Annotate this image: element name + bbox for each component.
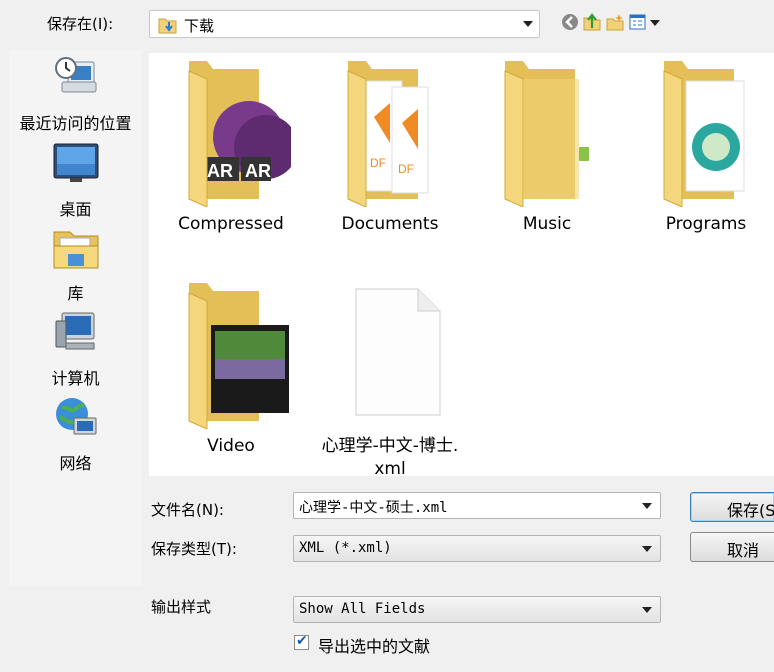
svg-text:AR: AR — [207, 161, 233, 181]
filetype-label: 保存类型(T): — [151, 540, 237, 558]
folder-item-video[interactable]: Video — [156, 279, 306, 458]
file-name-line2: xml — [374, 459, 406, 479]
place-label: 最近访问的位置 — [19, 114, 132, 133]
file-name: Video — [207, 436, 255, 456]
place-recent[interactable]: 最近访问的位置 — [9, 54, 142, 134]
svg-text:DF: DF — [398, 162, 414, 176]
location-combobox[interactable]: 下载 — [149, 10, 540, 38]
file-name-line1: 心理学-中文-博士. — [321, 436, 459, 456]
folder-programs-icon — [663, 61, 745, 208]
chevron-down-icon[interactable] — [523, 21, 533, 27]
libraries-icon — [53, 231, 98, 269]
filetype-value: XML (*.xml) — [299, 540, 392, 556]
place-label: 网络 — [59, 454, 92, 473]
file-name: Programs — [665, 214, 747, 234]
place-label: 桌面 — [59, 200, 92, 219]
file-name: Music — [522, 214, 572, 234]
export-selected-checkbox[interactable]: ✔ — [294, 633, 309, 650]
place-computer[interactable]: 计算机 — [9, 309, 142, 389]
up-folder-icon[interactable] — [582, 12, 602, 32]
file-name: Compressed — [178, 214, 284, 234]
filename-input[interactable]: 心理学-中文-硕士.xml — [293, 492, 661, 519]
computer-icon — [55, 312, 94, 350]
back-icon[interactable] — [560, 12, 580, 32]
file-name: Documents — [341, 214, 439, 234]
network-icon — [55, 398, 96, 435]
new-folder-icon[interactable] — [605, 12, 625, 32]
chevron-down-icon[interactable] — [642, 503, 652, 509]
output-style-select[interactable]: Show All Fields — [293, 596, 661, 623]
desktop-icon — [53, 143, 98, 182]
filename-label: 文件名(N): — [151, 501, 224, 519]
location-text: 下载 — [184, 17, 215, 35]
cancel-button[interactable]: 取消 — [690, 532, 774, 562]
chevron-down-icon[interactable] — [642, 546, 652, 552]
save-in-label: 保存在(I): — [47, 15, 114, 33]
folder-video-icon — [188, 283, 289, 430]
chevron-down-icon[interactable] — [642, 607, 652, 613]
output-style-value: Show All Fields — [299, 601, 426, 617]
place-desktop[interactable]: 桌面 — [9, 140, 142, 220]
place-network[interactable]: 网络 — [9, 394, 142, 474]
folder-music-icon — [504, 61, 589, 208]
export-selected-label: 导出选中的文献 — [318, 637, 431, 656]
filename-value: 心理学-中文-硕士.xml — [299, 500, 448, 516]
recent-places-icon — [54, 57, 96, 93]
place-label: 计算机 — [51, 369, 100, 388]
places-bar: 最近访问的位置 桌面 库 计算机 网络 — [9, 50, 142, 586]
folder-item-programs[interactable]: Programs — [631, 57, 774, 236]
file-name: 心理学-中文-博士. xml — [315, 435, 465, 481]
folder-compressed-icon: AR AR — [188, 61, 298, 208]
document-icon — [355, 288, 441, 416]
svg-text:DF: DF — [370, 156, 386, 170]
folder-documents-icon: DF DF — [347, 61, 429, 208]
filetype-select[interactable]: XML (*.xml) — [293, 535, 661, 562]
place-label: 库 — [67, 284, 84, 303]
file-item-xml[interactable]: 心理学-中文-博士. xml — [315, 279, 465, 481]
folder-download-icon — [158, 18, 177, 34]
folder-item-documents[interactable]: DF DF Documents — [315, 57, 465, 236]
checkmark-icon: ✔ — [296, 633, 308, 649]
folder-item-music[interactable]: Music — [472, 57, 622, 236]
folder-item-compressed[interactable]: AR AR Compressed — [156, 57, 306, 236]
view-menu-icon[interactable] — [628, 12, 664, 32]
save-button[interactable]: 保存(S — [690, 492, 774, 522]
svg-text:AR: AR — [245, 161, 271, 181]
output-style-label: 输出样式 — [151, 598, 212, 616]
place-libraries[interactable]: 库 — [9, 224, 142, 304]
file-list-view[interactable]: AR AR Compressed DF DF Documents Music P… — [149, 53, 774, 479]
